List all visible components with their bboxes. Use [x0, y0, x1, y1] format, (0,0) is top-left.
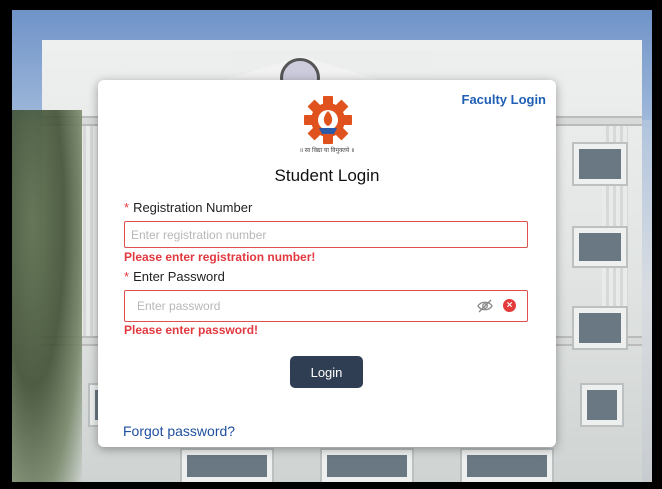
password-input[interactable] — [125, 291, 465, 321]
registration-label: * Registration Number — [124, 200, 252, 215]
required-asterisk: * — [124, 200, 130, 215]
close-circle-icon[interactable]: × — [503, 299, 516, 312]
password-error: Please enter password! — [124, 323, 259, 337]
university-logo-icon — [304, 96, 352, 144]
building-window — [322, 450, 412, 482]
login-button[interactable]: Login — [290, 356, 363, 388]
building-window — [462, 450, 552, 482]
password-label: * Enter Password — [124, 269, 225, 284]
required-asterisk: * — [124, 269, 130, 284]
forgot-password-link[interactable]: Forgot password? — [123, 423, 235, 439]
building-window — [582, 385, 622, 425]
login-card: Faculty Login ॥ सा विद्या या विमुक्तये ॥… — [98, 80, 556, 447]
registration-number-input[interactable] — [124, 221, 528, 248]
building-window — [574, 228, 626, 266]
building-window — [182, 450, 272, 482]
registration-label-text: Registration Number — [133, 200, 253, 215]
tree — [12, 110, 82, 482]
eye-off-icon[interactable] — [477, 299, 493, 313]
logo-motto: ॥ सा विद्या या विमुक्तये ॥ — [299, 148, 355, 154]
registration-error: Please enter registration number! — [124, 250, 316, 264]
building-window — [574, 144, 626, 184]
building-window — [574, 308, 626, 348]
page-title: Student Login — [274, 166, 380, 185]
password-label-text: Enter Password — [133, 269, 225, 284]
faculty-login-link[interactable]: Faculty Login — [462, 92, 547, 107]
password-field: × — [124, 290, 528, 322]
